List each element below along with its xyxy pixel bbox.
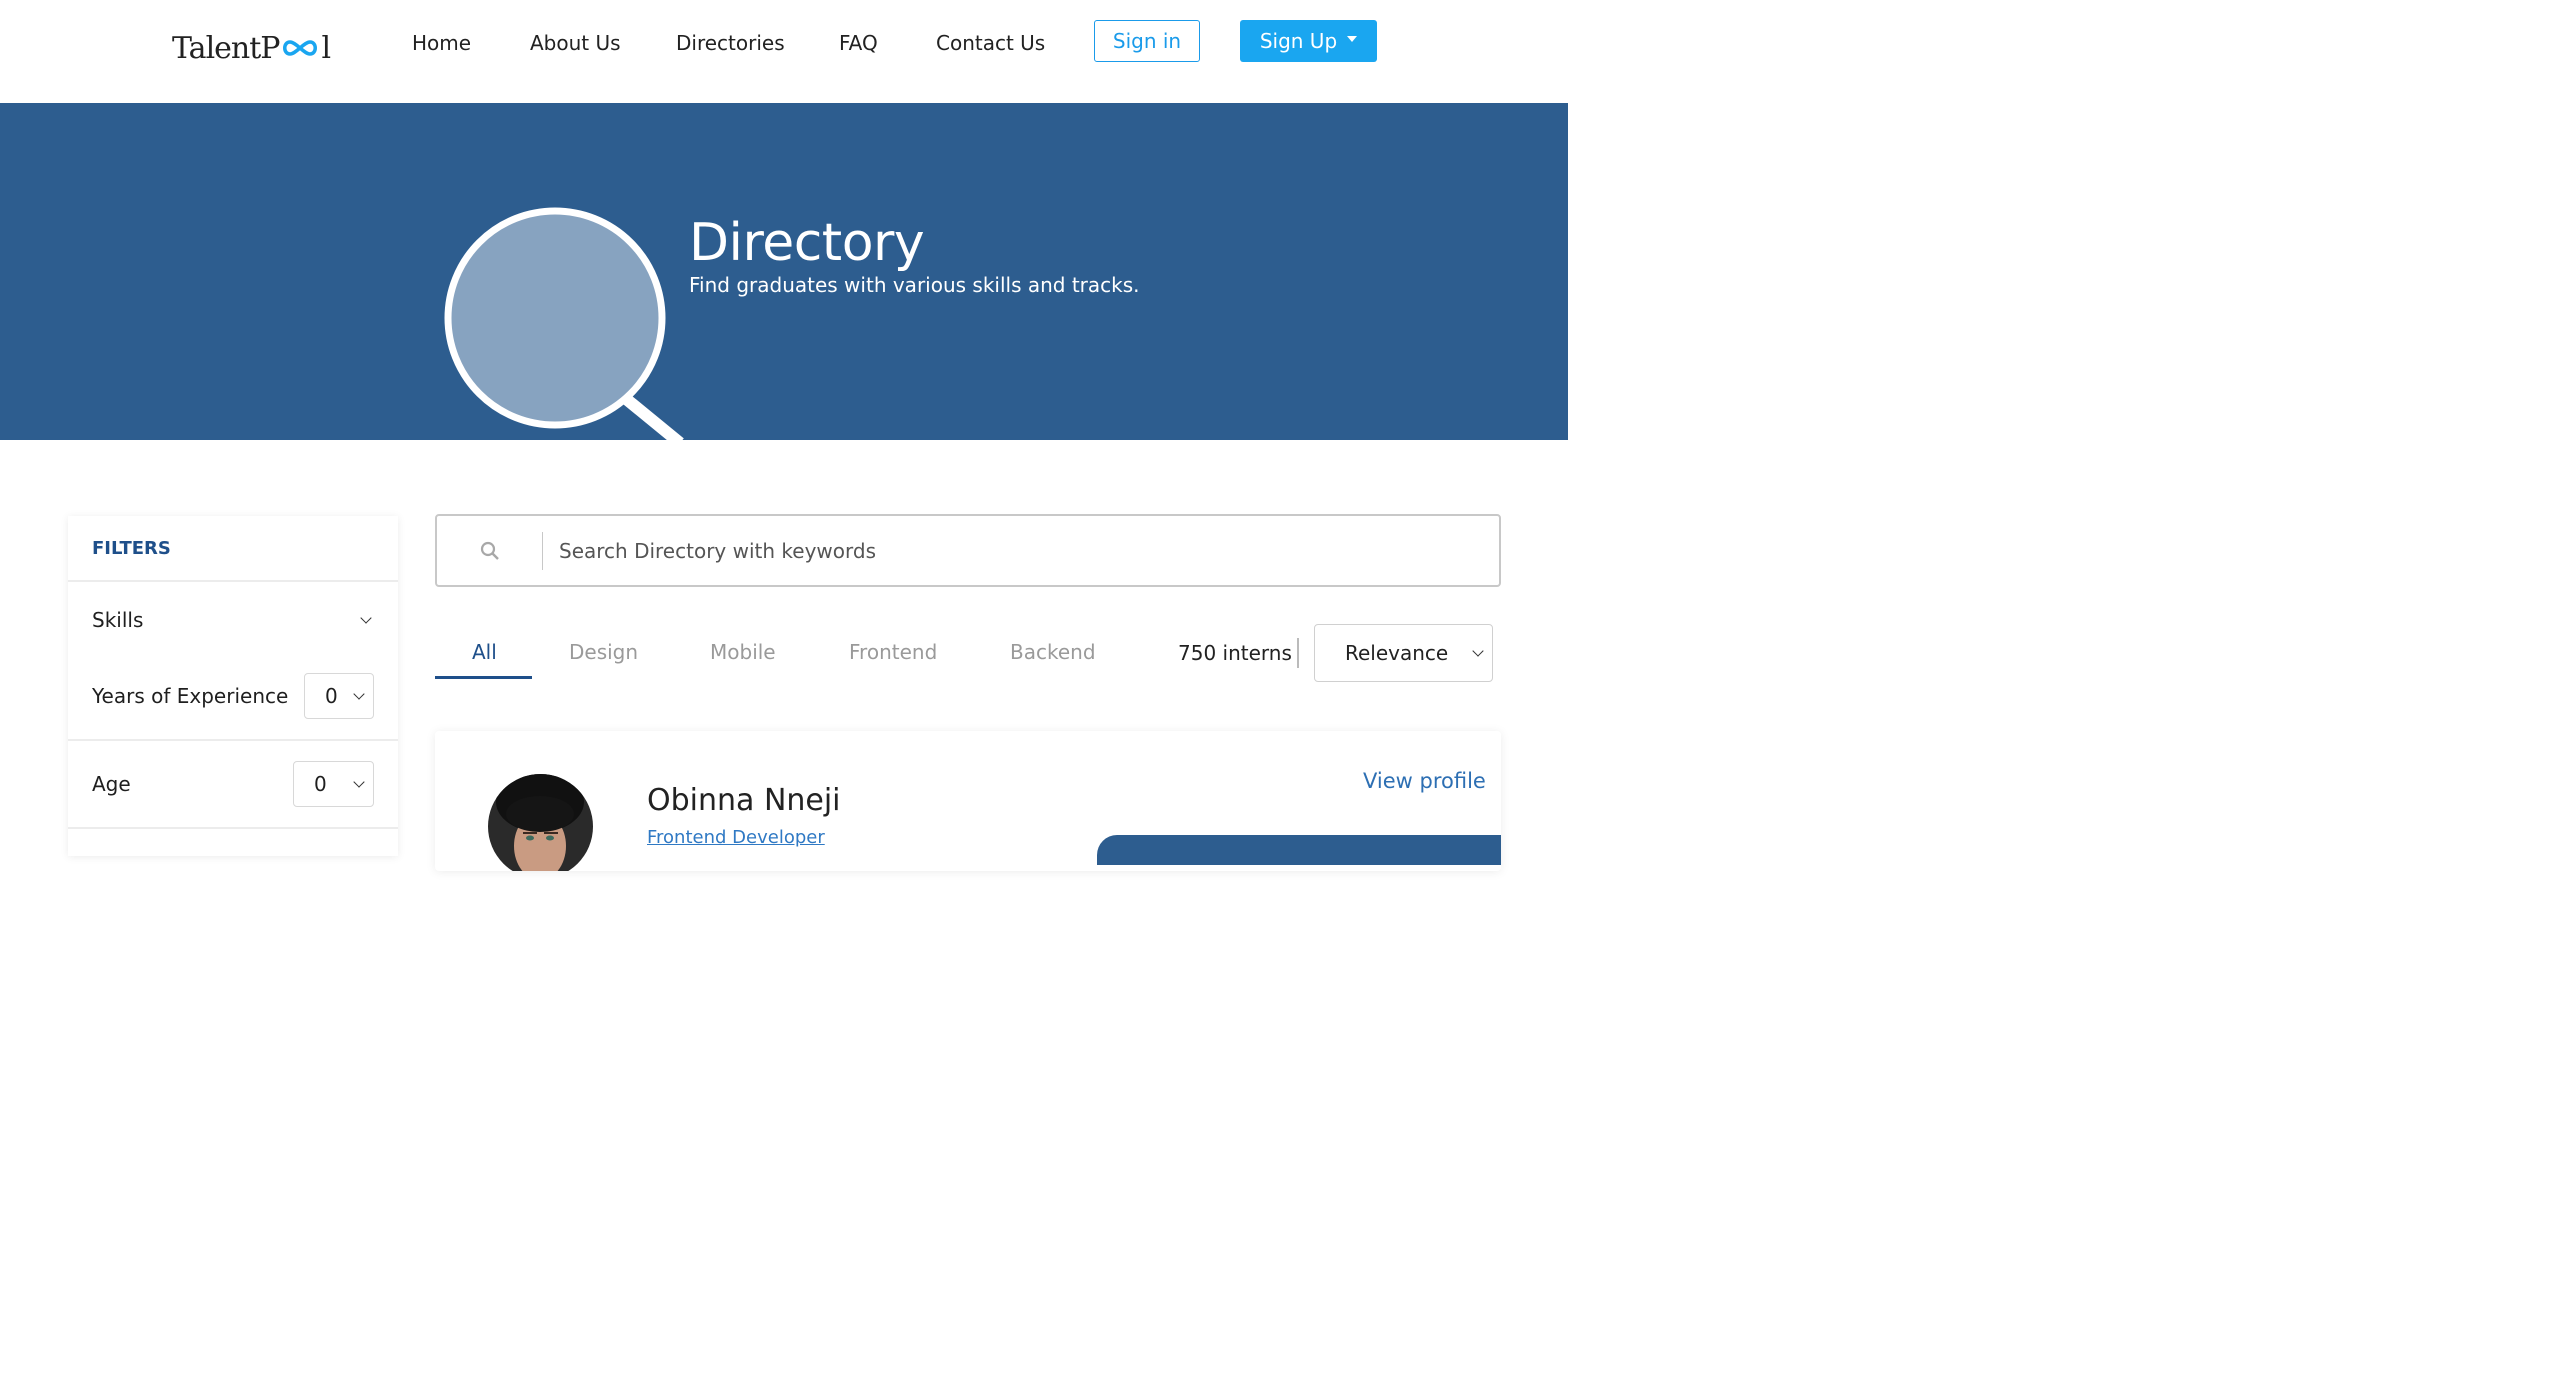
sign-up-dropdown-button[interactable]: Sign Up	[1240, 20, 1377, 62]
profile-photo-icon	[488, 774, 593, 871]
filter-divider	[68, 827, 398, 829]
results-count: 750 interns	[1178, 641, 1292, 665]
intern-name: Obinna Nneji	[647, 783, 841, 818]
skills-filter-toggle[interactable]: Skills	[92, 608, 372, 632]
nav-directories-link[interactable]: Directories	[676, 31, 785, 55]
caret-down-icon	[1347, 36, 1358, 42]
nav-faq-link[interactable]: FAQ	[839, 31, 878, 55]
results-divider	[1297, 638, 1299, 668]
age-filter: Age 0	[92, 761, 374, 807]
search-icon-wrapper[interactable]	[437, 531, 543, 570]
active-tab-indicator	[435, 676, 532, 679]
filters-heading: FILTERS	[68, 516, 398, 582]
age-label: Age	[92, 772, 131, 796]
age-select[interactable]: 0	[293, 761, 374, 807]
intern-card: Obinna Nneji Frontend Developer View pro…	[435, 731, 1501, 871]
filter-divider	[68, 739, 398, 741]
age-value: 0	[314, 772, 327, 796]
page-title: Directory	[689, 213, 925, 273]
avatar[interactable]	[488, 774, 593, 871]
logo-text-left: TalentP	[172, 30, 280, 66]
chevron-down-icon	[353, 776, 365, 788]
view-profile-link[interactable]: View profile	[1363, 769, 1486, 793]
sign-in-button[interactable]: Sign in	[1094, 20, 1200, 62]
experience-value: 0	[325, 684, 338, 708]
chevron-down-icon	[353, 688, 365, 700]
search-icon	[480, 541, 499, 560]
sign-up-label: Sign Up	[1259, 29, 1338, 53]
tab-mobile[interactable]: Mobile	[710, 640, 776, 664]
skills-label: Skills	[92, 608, 144, 632]
top-navbar: TalentP l Home About Us Directories FAQ …	[0, 0, 1568, 103]
hero-banner: Directory Find graduates with various sk…	[0, 103, 1568, 440]
filters-panel: FILTERS Skills Years of Experience 0 Age…	[68, 516, 398, 856]
tab-frontend[interactable]: Frontend	[849, 640, 937, 664]
search-input[interactable]	[543, 538, 1443, 563]
directory-search-bar	[435, 514, 1501, 587]
sort-select[interactable]: Relevance	[1314, 624, 1493, 682]
card-accent-bar	[1097, 835, 1501, 865]
tab-backend[interactable]: Backend	[1010, 640, 1096, 664]
chevron-down-icon	[1472, 645, 1484, 657]
experience-select[interactable]: 0	[304, 673, 374, 719]
tab-all[interactable]: All	[472, 640, 497, 664]
talentpool-logo[interactable]: TalentP l	[172, 28, 331, 68]
nav-home-link[interactable]: Home	[412, 31, 471, 55]
infinity-logo-icon	[283, 40, 318, 56]
nav-about-link[interactable]: About Us	[530, 31, 621, 55]
page-subtitle: Find graduates with various skills and t…	[689, 273, 1140, 297]
intern-role: Frontend Developer	[647, 827, 825, 848]
sign-in-label: Sign in	[1112, 29, 1182, 53]
logo-text-right: l	[321, 30, 331, 66]
experience-filter: Years of Experience 0	[92, 673, 374, 719]
sort-value: Relevance	[1345, 641, 1449, 665]
experience-label: Years of Experience	[92, 684, 289, 708]
chevron-down-icon	[360, 612, 372, 624]
tab-design[interactable]: Design	[569, 640, 638, 664]
nav-contact-link[interactable]: Contact Us	[936, 31, 1045, 55]
magnifier-illustration-icon	[444, 207, 684, 440]
